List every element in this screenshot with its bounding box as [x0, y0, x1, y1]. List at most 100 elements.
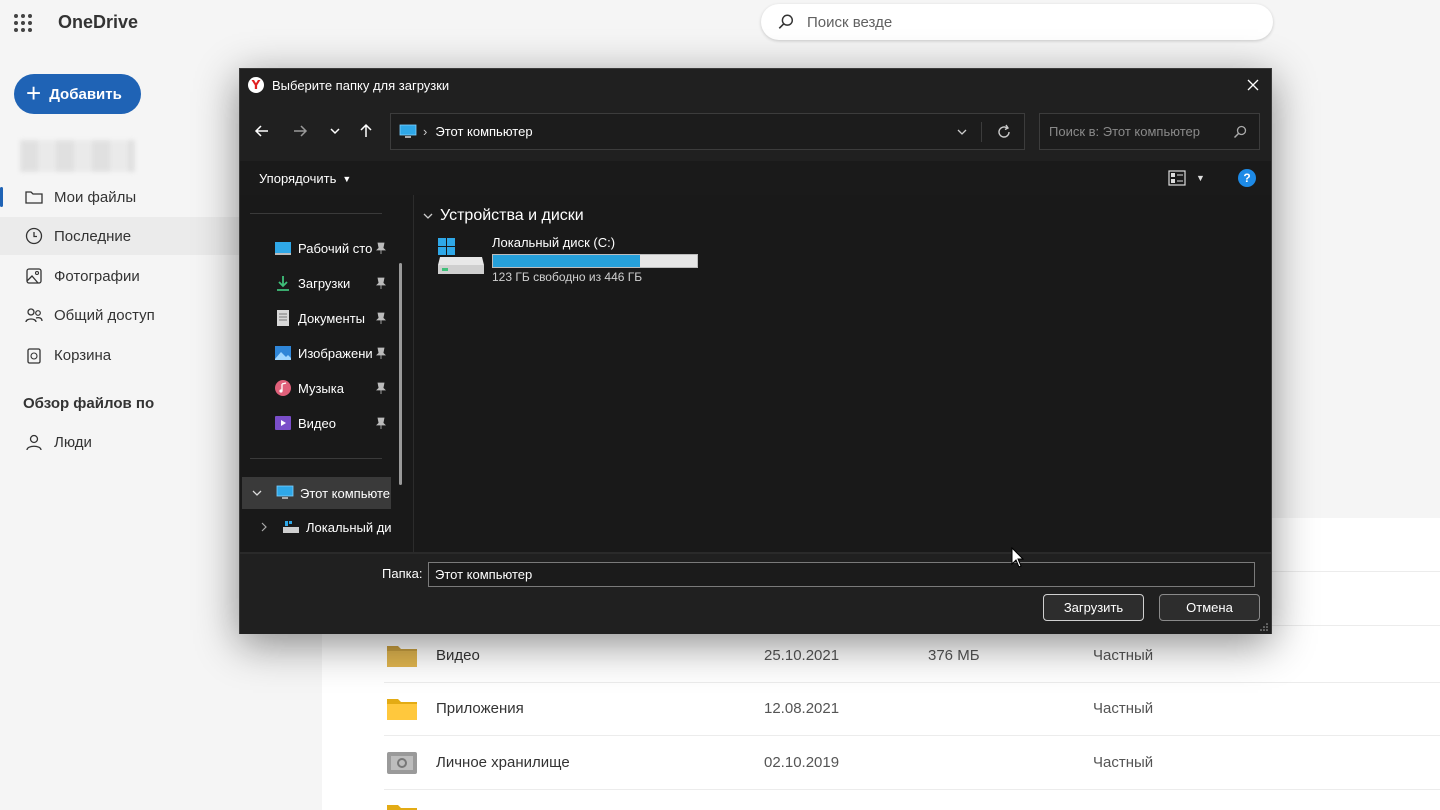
forward-arrow-icon[interactable] — [290, 121, 310, 141]
browse-files-by-heading: Обзор файлов по — [23, 395, 155, 412]
sidebar-item-label: Последние — [54, 227, 132, 245]
address-bar[interactable]: › Этот компьютер — [390, 113, 1025, 150]
file-name: Видео — [436, 647, 480, 664]
download-icon — [277, 276, 289, 291]
search-icon — [778, 14, 794, 29]
chevron-down-icon[interactable] — [250, 486, 264, 500]
add-button[interactable]: + Добавить — [14, 74, 141, 114]
plus-icon: + — [26, 78, 42, 108]
quick-access-music[interactable]: Музыка — [274, 373, 394, 403]
quick-access-label: Рабочий сто — [298, 240, 373, 256]
refresh-icon[interactable] — [996, 124, 1012, 140]
sidebar-item-label: Общий доступ — [54, 306, 155, 324]
navigation-bar: › Этот компьютер Поиск в: Этот компьютер — [240, 109, 1271, 153]
account-name-blurred — [20, 140, 135, 172]
pin-icon[interactable] — [374, 381, 388, 395]
file-sharing: Частный — [1093, 700, 1154, 717]
caret-down-icon: ▼ — [1196, 173, 1205, 183]
cancel-button[interactable]: Отмена — [1159, 594, 1260, 621]
recycle-bin-icon — [27, 348, 41, 364]
windows-drive-icon — [438, 238, 484, 274]
video-icon — [275, 416, 291, 430]
tree-item-this-pc[interactable]: Этот компьюте — [242, 477, 391, 509]
chevron-right-icon[interactable] — [258, 521, 270, 533]
table-row[interactable]: Приложения 12.08.2021 Частный — [384, 682, 1440, 736]
folder-contents: Устройства и диски Локальный диск (C:) 1… — [414, 195, 1271, 552]
sidebar-item-label: Мои файлы — [54, 188, 137, 206]
drive-name: Локальный диск (C:) — [492, 235, 616, 250]
divider — [981, 122, 982, 142]
command-bar: Упорядочить ▼ ▼ ? — [240, 161, 1271, 195]
picture-icon — [275, 346, 291, 360]
pin-icon[interactable] — [374, 276, 388, 290]
group-header-label: Устройства и диски — [440, 207, 584, 224]
details-view-icon — [1168, 170, 1186, 186]
folder-search-input[interactable]: Поиск в: Этот компьютер — [1039, 113, 1260, 150]
app-title[interactable]: OneDrive — [58, 12, 138, 33]
quick-access-videos[interactable]: Видео — [274, 408, 394, 438]
pin-icon[interactable] — [374, 416, 388, 430]
quick-access-label: Документы — [298, 310, 366, 326]
table-row[interactable]: Личное хранилище 02.10.2019 Частный — [384, 736, 1440, 790]
search-icon — [1233, 125, 1247, 139]
upload-button[interactable]: Загрузить — [1043, 594, 1144, 621]
add-button-label: Добавить — [49, 85, 122, 103]
table-row[interactable]: Видео 25.10.2021 376 МБ Частный — [384, 629, 1440, 683]
this-pc-icon — [276, 485, 294, 499]
organize-menu-button[interactable]: Упорядочить ▼ — [259, 171, 351, 186]
pin-icon[interactable] — [374, 311, 388, 325]
file-size: 376 МБ — [928, 647, 980, 664]
mouse-cursor-icon — [1011, 547, 1025, 568]
group-header-devices[interactable]: Устройства и диски — [422, 207, 584, 225]
tree-item-local-disk[interactable]: Локальный ди — [258, 511, 393, 543]
sidebar-item-label: Корзина — [54, 346, 112, 364]
drive-usage-fill — [493, 255, 640, 267]
file-sharing: Частный — [1093, 647, 1154, 664]
quick-access-downloads[interactable]: Загрузки — [274, 268, 394, 298]
folder-icon — [387, 805, 417, 810]
folder-icon — [25, 191, 43, 204]
up-arrow-icon[interactable] — [356, 121, 376, 141]
yandex-browser-logo-icon: Y — [248, 77, 264, 93]
search-placeholder: Поиск везде — [807, 13, 893, 31]
tree-item-label: Этот компьюте — [300, 485, 390, 501]
dialog-titlebar[interactable]: Y Выберите папку для загрузки — [240, 69, 1271, 101]
chevron-down-icon — [423, 213, 433, 219]
quick-access-label: Видео — [298, 415, 336, 431]
tree-item-label: Локальный ди — [306, 519, 392, 535]
tree-scrollbar[interactable] — [399, 263, 402, 485]
folder-field[interactable]: Этот компьютер — [428, 562, 1255, 587]
quick-access-pictures[interactable]: Изображени — [274, 338, 394, 368]
drive-item-c[interactable]: Локальный диск (C:) 123 ГБ свободно из 4… — [436, 235, 706, 289]
close-icon[interactable] — [1243, 75, 1263, 95]
organize-label: Упорядочить — [259, 171, 337, 186]
view-options-button[interactable]: ▼ — [1168, 169, 1210, 187]
music-icon — [275, 380, 291, 396]
file-modified: 25.10.2021 — [764, 647, 840, 664]
breadcrumb-separator: › — [423, 124, 428, 139]
quick-access-label: Изображени — [298, 345, 373, 361]
recent-locations-chevron-icon[interactable] — [325, 121, 345, 141]
sidebar-item-label: Люди — [54, 433, 92, 451]
desktop-icon — [275, 242, 291, 255]
person-icon — [26, 434, 42, 451]
app-launcher-icon[interactable] — [14, 14, 32, 32]
quick-access-label: Музыка — [298, 380, 344, 396]
caret-down-icon: ▼ — [342, 173, 352, 184]
document-icon — [277, 310, 289, 326]
search-box[interactable]: Поиск везде — [761, 4, 1273, 40]
resize-grip-icon[interactable] — [1259, 622, 1269, 632]
folder-search-placeholder: Поиск в: Этот компьютер — [1049, 124, 1200, 139]
chevron-down-icon[interactable] — [954, 124, 970, 140]
quick-access-desktop[interactable]: Рабочий сто — [274, 233, 394, 263]
back-arrow-icon[interactable] — [252, 121, 272, 141]
onedrive-header: OneDrive Поиск везде — [0, 0, 1440, 48]
clock-icon — [25, 227, 43, 245]
pin-icon[interactable] — [374, 346, 388, 360]
help-icon[interactable]: ? — [1238, 169, 1256, 187]
drive-icon — [283, 521, 299, 533]
pin-icon[interactable] — [374, 241, 388, 255]
quick-access-documents[interactable]: Документы — [274, 303, 394, 333]
folder-icon — [387, 698, 417, 720]
table-row[interactable] — [384, 790, 1440, 810]
